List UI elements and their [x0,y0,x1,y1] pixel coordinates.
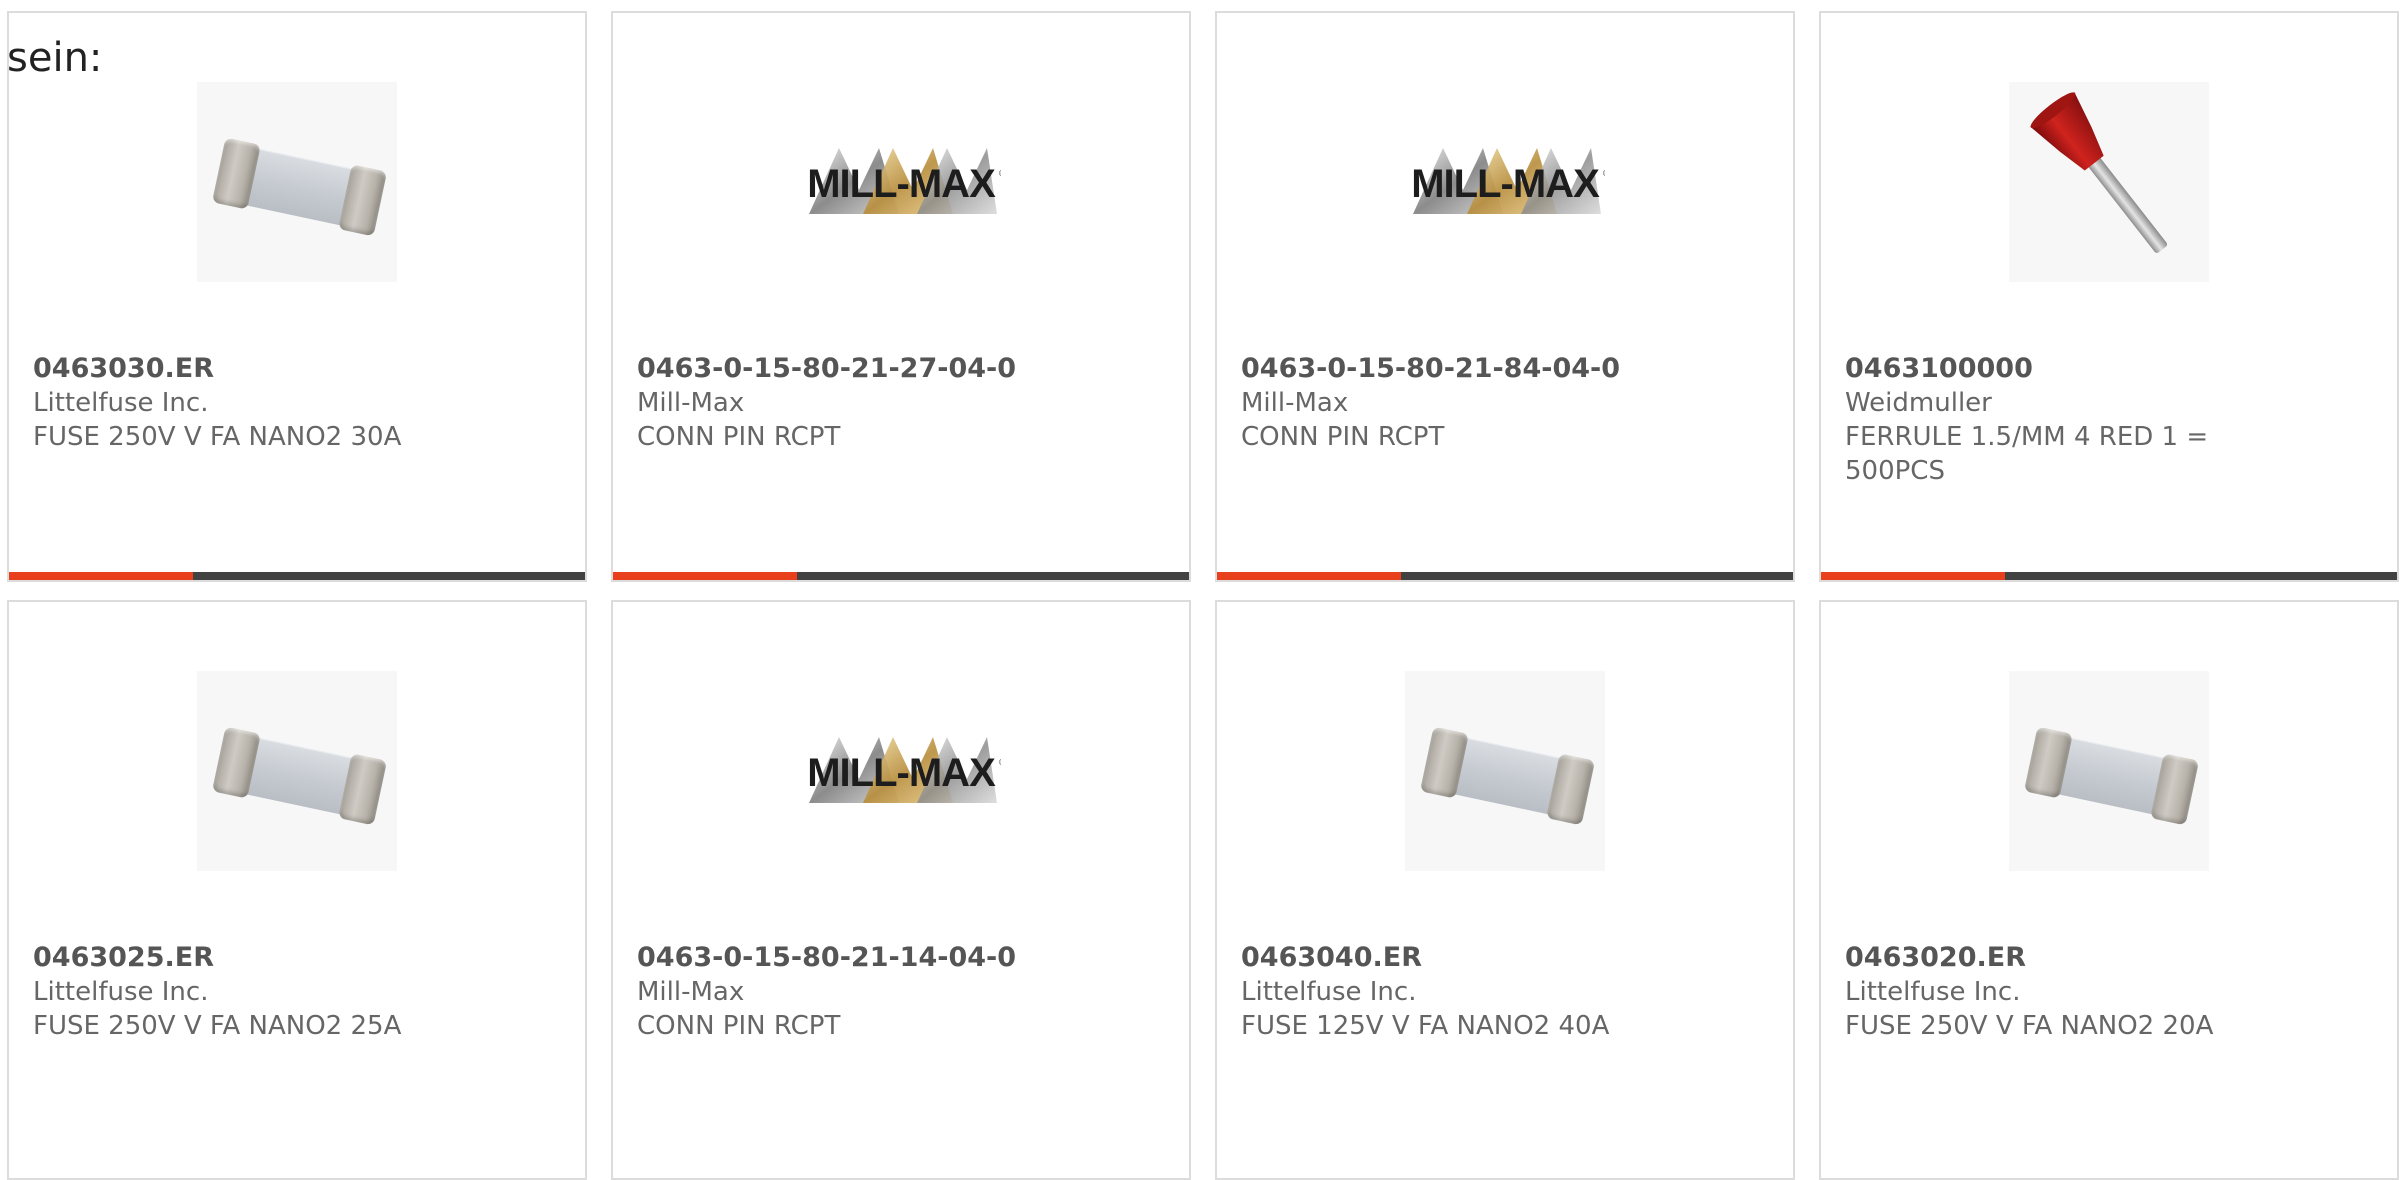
description: FERRULE 1.5/MM 4 RED 1 = 500PCS [1845,422,2209,486]
part-number[interactable]: 0463040.ER [1241,941,1681,975]
progress-bar [9,572,585,580]
progress-bar [613,572,1189,580]
description: CONN PIN RCPT [637,1011,841,1041]
product-info: 0463030.ER Littelfuse Inc. FUSE 250V V F… [33,352,473,454]
logo-text: MILL-MAX [807,162,996,206]
part-number[interactable]: 0463-0-15-80-21-14-04-0 [637,941,1077,975]
fuse-image[interactable] [197,671,397,871]
fuse-image[interactable] [1405,671,1605,871]
part-number[interactable]: 0463030.ER [33,352,473,386]
svg-text:®: ® [998,169,1001,178]
manufacturer: Mill-Max [637,977,745,1007]
ferrule-image[interactable] [2009,82,2209,282]
manufacturer: Weidmuller [1845,388,1992,418]
mill-max-logo[interactable]: MILL-MAX ® [801,671,1001,871]
svg-text:®: ® [998,758,1001,767]
product-info: 0463020.ER Littelfuse Inc. FUSE 250V V F… [1845,941,2285,1043]
progress-fill [1821,572,2006,580]
product-info: 0463040.ER Littelfuse Inc. FUSE 125V V F… [1241,941,1681,1043]
part-number[interactable]: 0463025.ER [33,941,473,975]
product-card[interactable]: 0463100000 Weidmuller FERRULE 1.5/MM 4 R… [1819,11,2399,582]
description: FUSE 125V V FA NANO2 40A [1241,1011,1610,1041]
svg-text:®: ® [1602,169,1605,178]
product-card[interactable]: 0463025.ER Littelfuse Inc. FUSE 250V V F… [7,600,587,1180]
product-info: 0463-0-15-80-21-84-04-0 Mill-Max CONN PI… [1241,352,1681,454]
part-number[interactable]: 0463-0-15-80-21-27-04-0 [637,352,1077,386]
manufacturer: Littelfuse Inc. [33,977,209,1007]
progress-bar [1821,572,2397,580]
progress-fill [613,572,798,580]
manufacturer: Littelfuse Inc. [1845,977,2021,1007]
product-info: 0463100000 Weidmuller FERRULE 1.5/MM 4 R… [1845,352,2285,488]
progress-bar [1217,572,1793,580]
product-info: 0463-0-15-80-21-27-04-0 Mill-Max CONN PI… [637,352,1077,454]
product-info: 0463-0-15-80-21-14-04-0 Mill-Max CONN PI… [637,941,1077,1043]
part-number[interactable]: 0463100000 [1845,352,2285,386]
product-card[interactable]: MILL-MAX ® 0463-0-15-80-21-27-04-0 Mill-… [611,11,1191,582]
logo-text: MILL-MAX [807,751,996,795]
logo-text: MILL-MAX [1411,162,1600,206]
part-number[interactable]: 0463020.ER [1845,941,2285,975]
mill-max-logo[interactable]: MILL-MAX ® [1405,82,1605,282]
fuse-image[interactable] [2009,671,2209,871]
intro-text: sein: [7,35,103,81]
progress-fill [9,572,194,580]
description: FUSE 250V V FA NANO2 20A [1845,1011,2214,1041]
part-number[interactable]: 0463-0-15-80-21-84-04-0 [1241,352,1681,386]
manufacturer: Littelfuse Inc. [33,388,209,418]
product-info: 0463025.ER Littelfuse Inc. FUSE 250V V F… [33,941,473,1043]
description: CONN PIN RCPT [637,422,841,452]
description: CONN PIN RCPT [1241,422,1445,452]
manufacturer: Mill-Max [637,388,745,418]
product-card[interactable]: 0463020.ER Littelfuse Inc. FUSE 250V V F… [1819,600,2399,1180]
manufacturer: Littelfuse Inc. [1241,977,1417,1007]
description: FUSE 250V V FA NANO2 30A [33,422,402,452]
product-card[interactable]: 0463040.ER Littelfuse Inc. FUSE 125V V F… [1215,600,1795,1180]
fuse-image[interactable] [197,82,397,282]
product-card[interactable]: MILL-MAX ® 0463-0-15-80-21-84-04-0 Mill-… [1215,11,1795,582]
manufacturer: Mill-Max [1241,388,1349,418]
progress-fill [1217,572,1402,580]
description: FUSE 250V V FA NANO2 25A [33,1011,402,1041]
product-card[interactable]: 0463030.ER Littelfuse Inc. FUSE 250V V F… [7,11,587,582]
mill-max-logo[interactable]: MILL-MAX ® [801,82,1001,282]
product-card[interactable]: MILL-MAX ® 0463-0-15-80-21-14-04-0 Mill-… [611,600,1191,1180]
